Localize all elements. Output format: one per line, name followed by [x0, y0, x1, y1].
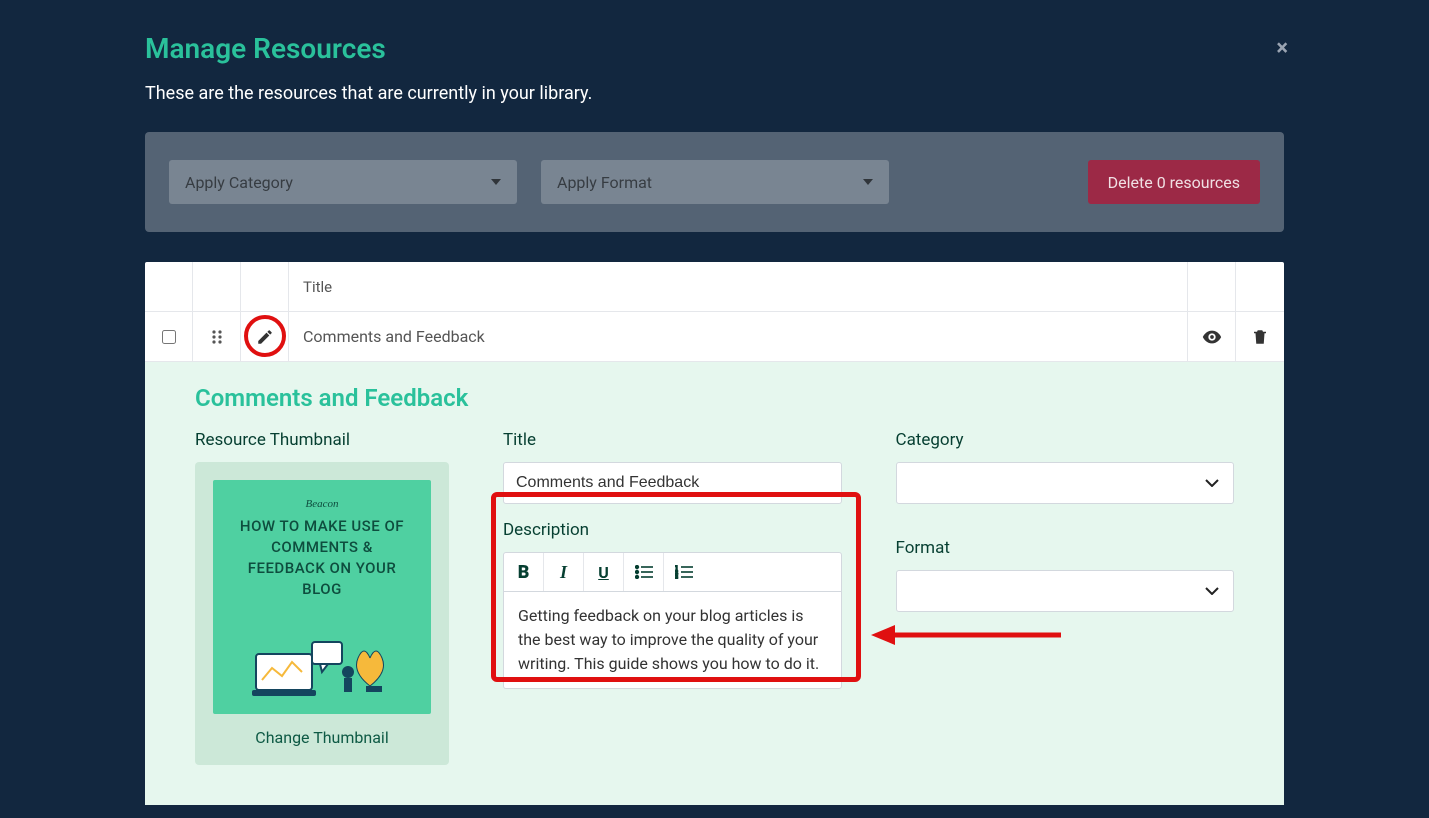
resources-list: Title Comments and Feedback: [145, 262, 1284, 805]
resource-detail-panel: Comments and Feedback Resource Thumbnail…: [145, 362, 1284, 805]
svg-text:3: 3: [675, 575, 678, 579]
apply-category-label: Apply Category: [185, 173, 293, 192]
row-checkbox[interactable]: [162, 330, 176, 344]
edit-icon[interactable]: [256, 328, 274, 346]
thumbnail-box: Beacon HOW TO MAKE USE OF COMMENTS & FEE…: [195, 462, 449, 765]
bold-button[interactable]: B: [504, 553, 544, 591]
title-input[interactable]: [503, 462, 842, 504]
title-column-header: Title: [289, 262, 1188, 311]
thumbnail-label: Resource Thumbnail: [195, 430, 449, 450]
category-field-label: Category: [896, 430, 1235, 450]
description-toolbar: B I U 123: [503, 552, 842, 592]
delete-resources-button[interactable]: Delete 0 resources: [1088, 160, 1260, 204]
italic-button[interactable]: I: [544, 553, 584, 591]
chevron-down-icon: [863, 179, 873, 185]
thumbnail-brand: Beacon: [306, 498, 339, 510]
title-field-label: Title: [503, 430, 842, 450]
apply-format-select[interactable]: Apply Format: [541, 160, 889, 204]
delete-resources-label: Delete 0 resources: [1108, 173, 1240, 192]
header-drag-col: [193, 262, 241, 311]
close-icon[interactable]: ×: [1276, 36, 1288, 61]
header-edit-col: [241, 262, 289, 311]
chevron-down-icon: [1205, 587, 1219, 595]
apply-format-label: Apply Format: [557, 173, 652, 192]
thumbnail-preview: Beacon HOW TO MAKE USE OF COMMENTS & FEE…: [213, 480, 431, 714]
underline-button[interactable]: U: [584, 553, 624, 591]
table-row: Comments and Feedback: [145, 312, 1284, 362]
description-field-label: Description: [503, 520, 842, 540]
header-check-col: [145, 262, 193, 311]
category-select[interactable]: [896, 462, 1235, 504]
trash-icon[interactable]: [1251, 327, 1269, 347]
apply-category-select[interactable]: Apply Category: [169, 160, 517, 204]
change-thumbnail-button[interactable]: Change Thumbnail: [213, 728, 431, 747]
modal-title: Manage Resources: [145, 32, 1284, 65]
drag-handle-icon[interactable]: [211, 329, 223, 345]
header-delete-col: [1236, 262, 1284, 311]
modal-header: Manage Resources × These are the resourc…: [145, 32, 1284, 104]
detail-heading: Comments and Feedback: [195, 384, 1234, 412]
list-header-row: Title: [145, 262, 1284, 312]
chevron-down-icon: [491, 179, 501, 185]
modal-subtitle: These are the resources that are current…: [145, 83, 1284, 104]
thumbnail-headline: HOW TO MAKE USE OF COMMENTS & FEEDBACK O…: [237, 516, 407, 600]
format-select[interactable]: [896, 570, 1235, 612]
bullet-list-button[interactable]: [624, 553, 664, 591]
numbered-list-button[interactable]: 123: [664, 553, 704, 591]
thumbnail-illustration: [242, 628, 402, 698]
filter-bar: Apply Category Apply Format Delete 0 res…: [145, 132, 1284, 232]
format-field-label: Format: [896, 538, 1235, 558]
chevron-down-icon: [1205, 479, 1219, 487]
manage-resources-modal: Manage Resources × These are the resourc…: [0, 0, 1429, 805]
eye-icon[interactable]: [1201, 326, 1223, 348]
description-input[interactable]: Getting feedback on your blog articles i…: [503, 592, 842, 689]
header-view-col: [1188, 262, 1236, 311]
row-title[interactable]: Comments and Feedback: [289, 312, 1188, 361]
